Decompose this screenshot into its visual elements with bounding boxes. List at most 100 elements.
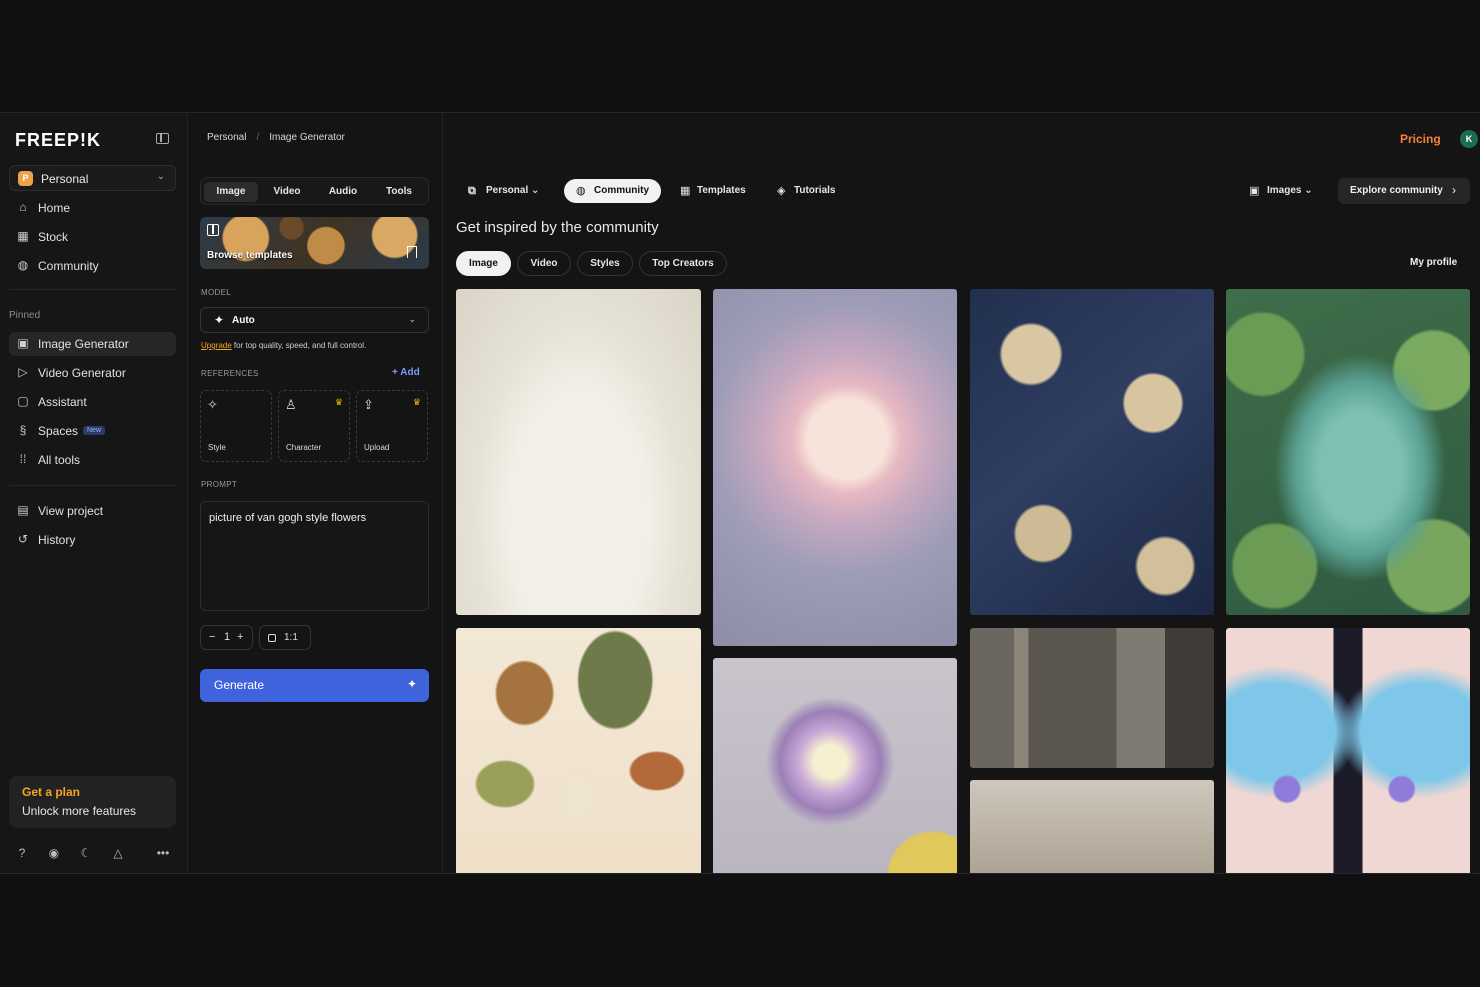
sparkle-icon: ✦ bbox=[214, 313, 225, 327]
reference-character[interactable]: ♙ ♛ Character bbox=[278, 390, 350, 462]
bell-icon[interactable]: △ bbox=[110, 846, 126, 860]
reference-style[interactable]: ✧ Style bbox=[200, 390, 272, 462]
tab-label: Tutorials bbox=[794, 185, 836, 196]
upgrade-link[interactable]: Upgrade bbox=[201, 341, 232, 350]
prompt-input[interactable]: picture of van gogh style flowers bbox=[200, 501, 429, 611]
filter-image[interactable]: Image bbox=[456, 251, 511, 276]
explore-community-button[interactable]: Explore community › bbox=[1338, 178, 1470, 204]
reference-label: Character bbox=[286, 443, 322, 452]
plus-icon: + bbox=[392, 367, 401, 378]
generate-button[interactable]: Generate ✦ bbox=[200, 669, 429, 702]
generator-tabs: Image Video Audio Tools bbox=[200, 177, 429, 205]
upload-icon: ⇪ bbox=[363, 397, 374, 412]
apps-icon: ⁞⁞ bbox=[19, 452, 27, 466]
sidebar-item-label: Stock bbox=[38, 230, 69, 244]
sidebar-item-video-generator[interactable]: ▷ Video Generator bbox=[9, 361, 176, 385]
chevron-down-icon: ⌄ bbox=[156, 171, 165, 182]
prompt-section-label: PROMPT bbox=[201, 480, 238, 489]
bookmark-icon[interactable] bbox=[407, 246, 417, 258]
moon-icon[interactable]: ☾ bbox=[78, 846, 94, 860]
explore-community-label: Explore community bbox=[1350, 185, 1443, 196]
browse-templates-banner[interactable] bbox=[200, 217, 429, 269]
gallery-image[interactable] bbox=[713, 289, 957, 646]
workspace-selector[interactable]: P Personal ⌄ bbox=[9, 165, 176, 191]
gallery-image[interactable] bbox=[1226, 628, 1470, 873]
chevron-down-icon: ⌄ bbox=[408, 314, 416, 324]
avatar[interactable]: K bbox=[1460, 130, 1478, 148]
tab-community[interactable]: ◍ Community bbox=[564, 179, 661, 203]
collapse-sidebar-icon[interactable] bbox=[156, 133, 169, 144]
project-icon: ▤ bbox=[17, 503, 29, 517]
add-reference-button[interactable]: + Add bbox=[392, 367, 420, 378]
crown-icon: ♛ bbox=[412, 397, 421, 407]
gallery-image[interactable] bbox=[970, 628, 1214, 768]
gallery-image[interactable] bbox=[970, 780, 1214, 873]
help-icon[interactable]: ? bbox=[14, 846, 30, 860]
tab-audio[interactable]: Audio bbox=[317, 182, 369, 202]
reference-upload[interactable]: ⇪ ♛ Upload bbox=[356, 390, 428, 462]
grid-icon: ▦ bbox=[17, 229, 29, 243]
divider bbox=[9, 289, 176, 290]
freepik-app: FREEP!K P Personal ⌄ ⌂ Home ▦ Stock ◍ Co… bbox=[0, 112, 1480, 874]
media-type-label: Images bbox=[1267, 185, 1302, 196]
sidebar-item-label: Image Generator bbox=[38, 337, 129, 351]
template-icon: ▦ bbox=[680, 185, 691, 197]
sidebar-item-history[interactable]: ↺ History bbox=[9, 528, 176, 552]
plan-subtitle: Unlock more features bbox=[22, 804, 137, 818]
sidebar-item-label: All tools bbox=[38, 453, 81, 467]
graduation-cap-icon: ◈ bbox=[777, 185, 786, 197]
tab-tools[interactable]: Tools bbox=[373, 182, 425, 202]
sparkle-icon: ✦ bbox=[406, 677, 417, 691]
gallery-image[interactable] bbox=[1226, 289, 1470, 615]
pinned-heading: Pinned bbox=[9, 310, 41, 321]
image-count-stepper[interactable]: − 1 + bbox=[200, 625, 253, 650]
sidebar-item-stock[interactable]: ▦ Stock bbox=[9, 225, 176, 249]
sidebar-item-home[interactable]: ⌂ Home bbox=[9, 196, 176, 220]
aspect-ratio-button[interactable]: 1:1 bbox=[259, 625, 311, 650]
tab-personal[interactable]: ⧉ Personal ⌄ bbox=[468, 179, 539, 203]
tab-video[interactable]: Video bbox=[261, 182, 313, 202]
pricing-link[interactable]: Pricing bbox=[1400, 132, 1441, 146]
gallery-image[interactable] bbox=[456, 628, 701, 873]
upgrade-note: Upgrade for top quality, speed, and full… bbox=[201, 341, 366, 350]
breadcrumb-root[interactable]: Personal bbox=[207, 132, 246, 143]
gallery-image[interactable] bbox=[713, 658, 957, 873]
more-icon[interactable]: ••• bbox=[155, 846, 171, 860]
gallery-image[interactable] bbox=[970, 289, 1214, 615]
model-section-label: MODEL bbox=[201, 288, 231, 297]
sidebar-item-assistant[interactable]: ▢ Assistant bbox=[9, 390, 176, 414]
sidebar-item-community[interactable]: ◍ Community bbox=[9, 254, 176, 278]
minus-icon[interactable]: − bbox=[209, 631, 215, 643]
plan-title: Get a plan bbox=[22, 785, 81, 799]
tab-tutorials[interactable]: ◈ Tutorials bbox=[777, 179, 835, 203]
crown-icon: ♛ bbox=[334, 397, 343, 407]
plus-icon[interactable]: + bbox=[237, 631, 243, 643]
tab-templates[interactable]: ▦ Templates bbox=[680, 179, 746, 203]
my-profile-link[interactable]: My profile bbox=[1410, 257, 1457, 268]
sidebar-item-label: Assistant bbox=[38, 395, 87, 409]
page-title: Get inspired by the community bbox=[456, 219, 659, 236]
tab-image[interactable]: Image bbox=[204, 182, 258, 202]
video-icon: ▷ bbox=[18, 365, 28, 379]
sidebar-item-spaces[interactable]: § Spaces New bbox=[9, 419, 176, 443]
chevron-right-icon: › bbox=[1452, 183, 1456, 197]
gallery-image[interactable] bbox=[456, 289, 701, 615]
reference-label: Style bbox=[208, 443, 226, 452]
get-plan-card[interactable]: Get a plan Unlock more features bbox=[9, 776, 176, 828]
left-sidebar: FREEP!K P Personal ⌄ ⌂ Home ▦ Stock ◍ Co… bbox=[0, 113, 188, 873]
sidebar-item-view-project[interactable]: ▤ View project bbox=[9, 499, 176, 523]
tab-label: Templates bbox=[697, 185, 746, 196]
sidebar-item-label: History bbox=[38, 533, 76, 547]
model-select[interactable]: ✦ Auto ⌄ bbox=[200, 307, 429, 333]
breadcrumb: Personal / Image Generator bbox=[207, 132, 345, 143]
filter-top-creators[interactable]: Top Creators bbox=[639, 251, 727, 276]
chevron-down-icon: ⌄ bbox=[1301, 185, 1313, 196]
sidebar-item-all-tools[interactable]: ⁞⁞ All tools bbox=[9, 448, 176, 472]
freepik-logo[interactable]: FREEP!K bbox=[15, 130, 101, 151]
sidebar-item-image-generator[interactable]: ▣ Image Generator bbox=[9, 332, 176, 356]
model-value: Auto bbox=[232, 315, 255, 326]
discord-icon[interactable]: ◉ bbox=[46, 846, 62, 860]
filter-video[interactable]: Video bbox=[517, 251, 571, 276]
media-type-select[interactable]: ▣ Images ⌄ bbox=[1249, 179, 1313, 203]
filter-styles[interactable]: Styles bbox=[577, 251, 633, 276]
